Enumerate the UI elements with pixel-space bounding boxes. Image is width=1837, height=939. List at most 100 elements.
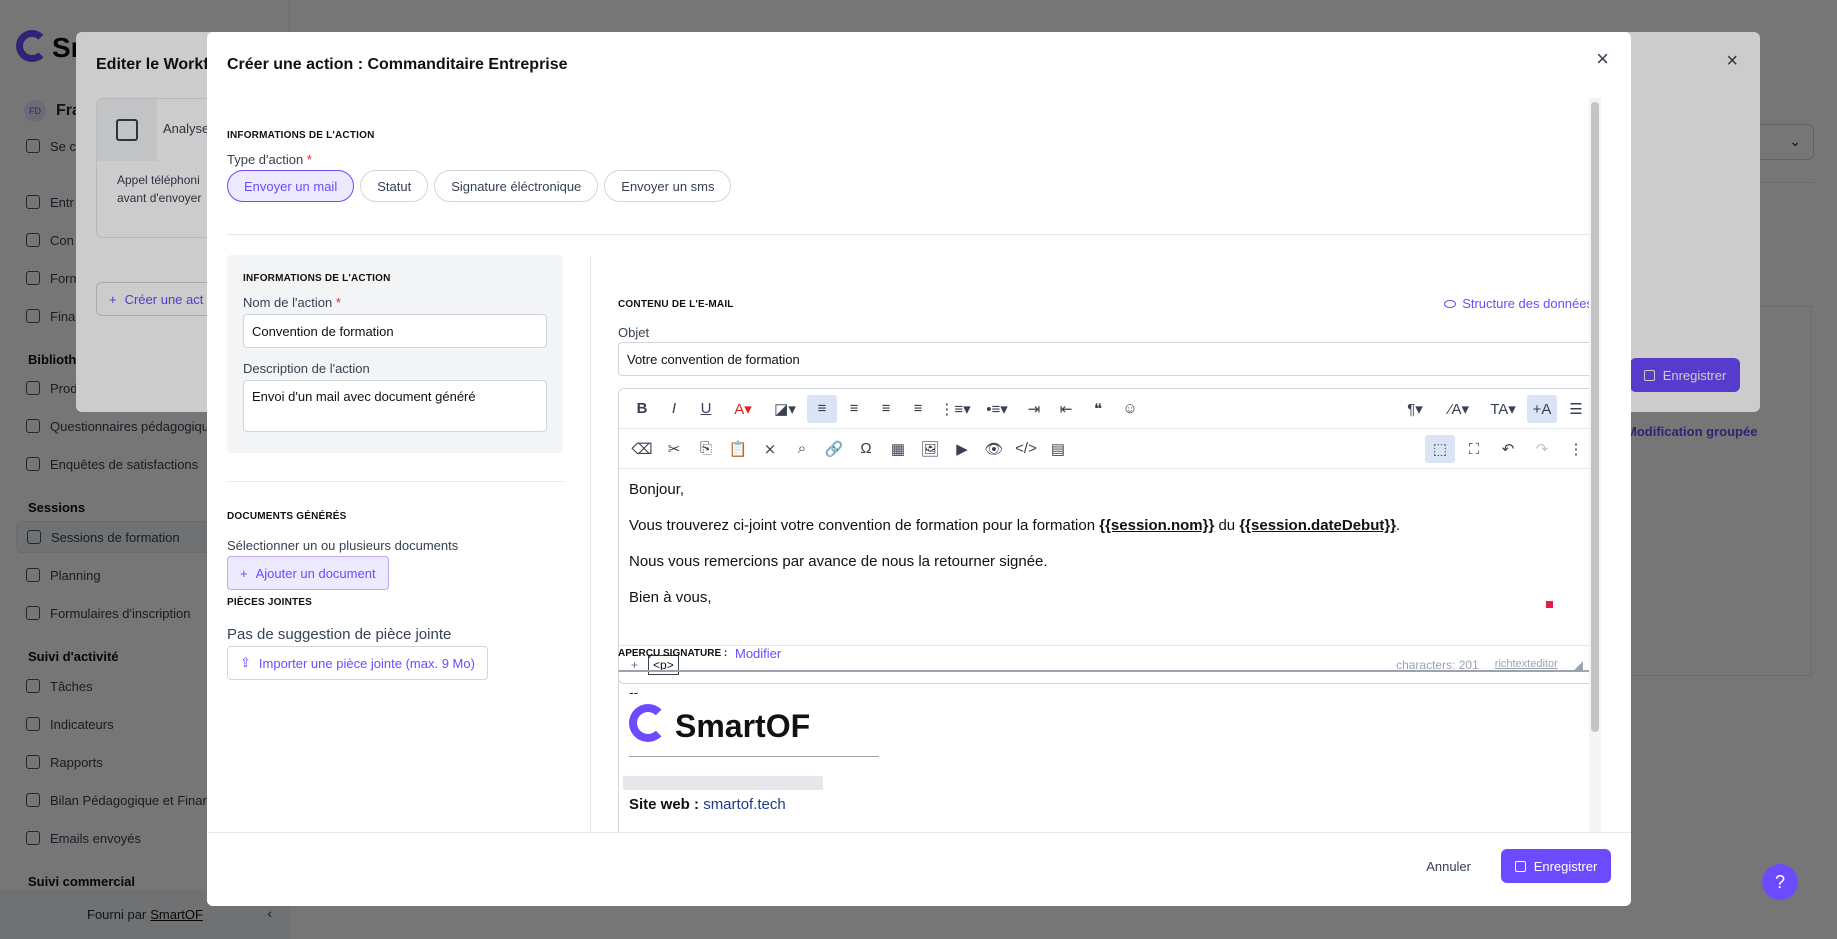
divider-left [227,481,563,482]
page-break-icon[interactable]: ▤ [1043,435,1073,463]
more-icon[interactable]: ⋮ [1561,435,1591,463]
highlight-icon[interactable]: ◪▾ [765,395,805,423]
sig-divider [629,756,879,757]
data-structure-link[interactable]: Structure des données [1444,296,1593,311]
body-closing: Bien à vous, [629,589,712,606]
paragraph-format-icon[interactable]: ¶▾ [1395,395,1435,423]
add-document-button[interactable]: + Ajouter un document [227,556,389,590]
code-icon[interactable]: </> [1011,435,1041,463]
body-greeting: Bonjour, [629,481,685,498]
editor-content[interactable]: Bonjour, Vous trouverez ci-joint votre c… [619,469,1595,645]
special-char-icon[interactable]: Ω [851,435,881,463]
editor-toolbar-row1-right: ¶▾ ⁄A▾ TA▾ +A ☰ [1395,395,1591,423]
align-center-icon[interactable]: ≡ [839,395,869,423]
paste-icon[interactable]: 📋 [723,435,753,463]
italic-icon[interactable]: I [659,395,689,423]
find-replace-icon[interactable]: ⌕ [787,435,817,463]
preview-icon[interactable]: 👁 [979,435,1009,463]
var-session-nom: {{session.nom}} [1099,517,1215,534]
section-email-content: CONTENU DE L'E-MAIL [618,299,734,310]
table-icon[interactable]: ▦ [883,435,913,463]
import-attachment-button[interactable]: ⇪ Importer une pièce jointe (max. 9 Mo) [227,646,488,680]
outdent-icon[interactable]: ⇤ [1051,395,1081,423]
sig-website-link[interactable]: smartof.tech [703,796,786,813]
font-size-icon[interactable]: TA▾ [1483,395,1523,423]
modal-footer: Annuler Enregistrer [207,832,1631,906]
cut-icon[interactable]: ✂ [659,435,689,463]
plus-icon: + [240,565,248,581]
align-right-icon[interactable]: ≡ [871,395,901,423]
text-color-icon[interactable]: A▾ [723,395,763,423]
action-desc-textarea[interactable]: Envoi d'un mail avec document généré [243,380,547,432]
copy-icon[interactable]: ⎘ [691,435,721,463]
smartof-logo-icon [629,704,667,742]
bold-icon[interactable]: B [627,395,657,423]
line-height-icon[interactable]: ☰ [1561,395,1591,423]
action-name-label: Nom de l'action * [243,295,341,310]
modal-scrollbar[interactable] [1589,98,1601,832]
divider [227,234,1597,235]
undo-icon[interactable]: ↶ [1493,435,1523,463]
body-line1: Vous trouverez ci-joint votre convention… [629,517,1401,534]
fullscreen-icon[interactable]: ⛶ [1459,435,1489,463]
action-type-mail[interactable]: Envoyer un mail [227,170,355,202]
emoji-icon[interactable]: ☺ [1115,395,1145,423]
clear-format-icon[interactable]: ⌫ [627,435,657,463]
cursor-marker [1546,601,1553,608]
signature-edit-link[interactable]: Modifier [735,646,781,661]
sig-website: Site web : smartof.tech [629,796,786,813]
action-type-status[interactable]: Statut [360,170,429,202]
sig-image-placeholder [623,776,823,790]
signature-preview: -- SmartOF Site web : smartof.tech [618,670,1596,832]
action-name-input[interactable]: Convention de formation [243,314,547,348]
left-section-info: INFORMATIONS DE L'ACTION [243,273,391,284]
action-type-group: Envoyer un mail Statut Signature éléctro… [227,170,732,202]
align-justify-icon[interactable]: ≡ [903,395,933,423]
save-button[interactable]: Enregistrer [1501,849,1611,883]
action-type-sms[interactable]: Envoyer un sms [604,170,732,202]
upload-icon: ⇪ [240,655,251,670]
insert-variable-icon[interactable]: +A [1527,395,1557,423]
section-attachments: PIÈCES JOINTES [227,597,313,608]
action-info-panel: INFORMATIONS DE L'ACTION Nom de l'action… [227,255,563,453]
modal-title: Créer une action : Commanditaire Entrepr… [227,56,568,73]
help-button[interactable]: ? [1762,864,1798,900]
subject-label: Objet [618,325,650,340]
no-attachment-text: Pas de suggestion de pièce jointe [227,626,452,643]
create-action-modal: Créer une action : Commanditaire Entrepr… [207,32,1631,906]
scrollbar-thumb[interactable] [1591,102,1599,732]
editor-toolbar-row2: ⌫ ✂ ⎘ 📋 ⨯ ⌕ 🔗 Ω ▦ 🖼 ▶ 👁 </> ▤ ⬚ ⛶ ↶ ↷ ⋮ [619,429,1595,469]
redo-icon[interactable]: ↷ [1527,435,1557,463]
link-icon[interactable]: 🔗 [819,435,849,463]
page: Sm FD Fra Se c Entr Con Form Fina Biblio… [0,0,1837,939]
modal-body[interactable]: INFORMATIONS DE L'ACTION Type d'action *… [207,98,1631,832]
action-type-label: Type d'action * [227,152,312,167]
sig-dash: -- [629,684,639,700]
action-type-signature[interactable]: Signature éléctronique [434,170,599,202]
sig-brand: SmartOF [675,708,811,744]
cancel-button[interactable]: Annuler [1426,859,1471,874]
video-icon[interactable]: ▶ [947,435,977,463]
eye-icon [1444,299,1457,308]
save-icon [1514,860,1526,872]
blockquote-icon[interactable]: ❝ [1083,395,1113,423]
indent-icon[interactable]: ⇥ [1019,395,1049,423]
section-action-info: INFORMATIONS DE L'ACTION [227,130,375,141]
bullet-list-icon[interactable]: •≡▾ [977,395,1017,423]
select-all-icon[interactable]: ⬚ [1425,435,1455,463]
signature-preview-label: APERÇU SIGNATURE : [618,648,728,659]
align-left-icon[interactable]: ≡ [807,394,837,423]
close-icon[interactable]: × [1596,48,1609,70]
delete-icon[interactable]: ⨯ [755,435,785,463]
rich-text-editor: B I U A▾ ◪▾ ≡ ≡ ≡ ≡ ⋮≡▾ •≡▾ ⇥ ⇤ ❝ ☺ ¶▾ ⁄… [618,388,1596,684]
var-session-date: {{session.dateDebut}} [1239,517,1397,534]
editor-toolbar-row1: B I U A▾ ◪▾ ≡ ≡ ≡ ≡ ⋮≡▾ •≡▾ ⇥ ⇤ ❝ ☺ ¶▾ ⁄… [619,389,1595,429]
font-style-icon[interactable]: ⁄A▾ [1439,395,1479,423]
column-divider [590,255,591,832]
body-line2: Nous vous remercions par avance de nous … [629,553,1048,570]
image-icon[interactable]: 🖼 [915,435,945,463]
ordered-list-icon[interactable]: ⋮≡▾ [935,395,975,423]
subject-input[interactable]: Votre convention de formation [618,342,1596,376]
underline-icon[interactable]: U [691,395,721,423]
action-desc-label: Description de l'action [243,361,370,376]
